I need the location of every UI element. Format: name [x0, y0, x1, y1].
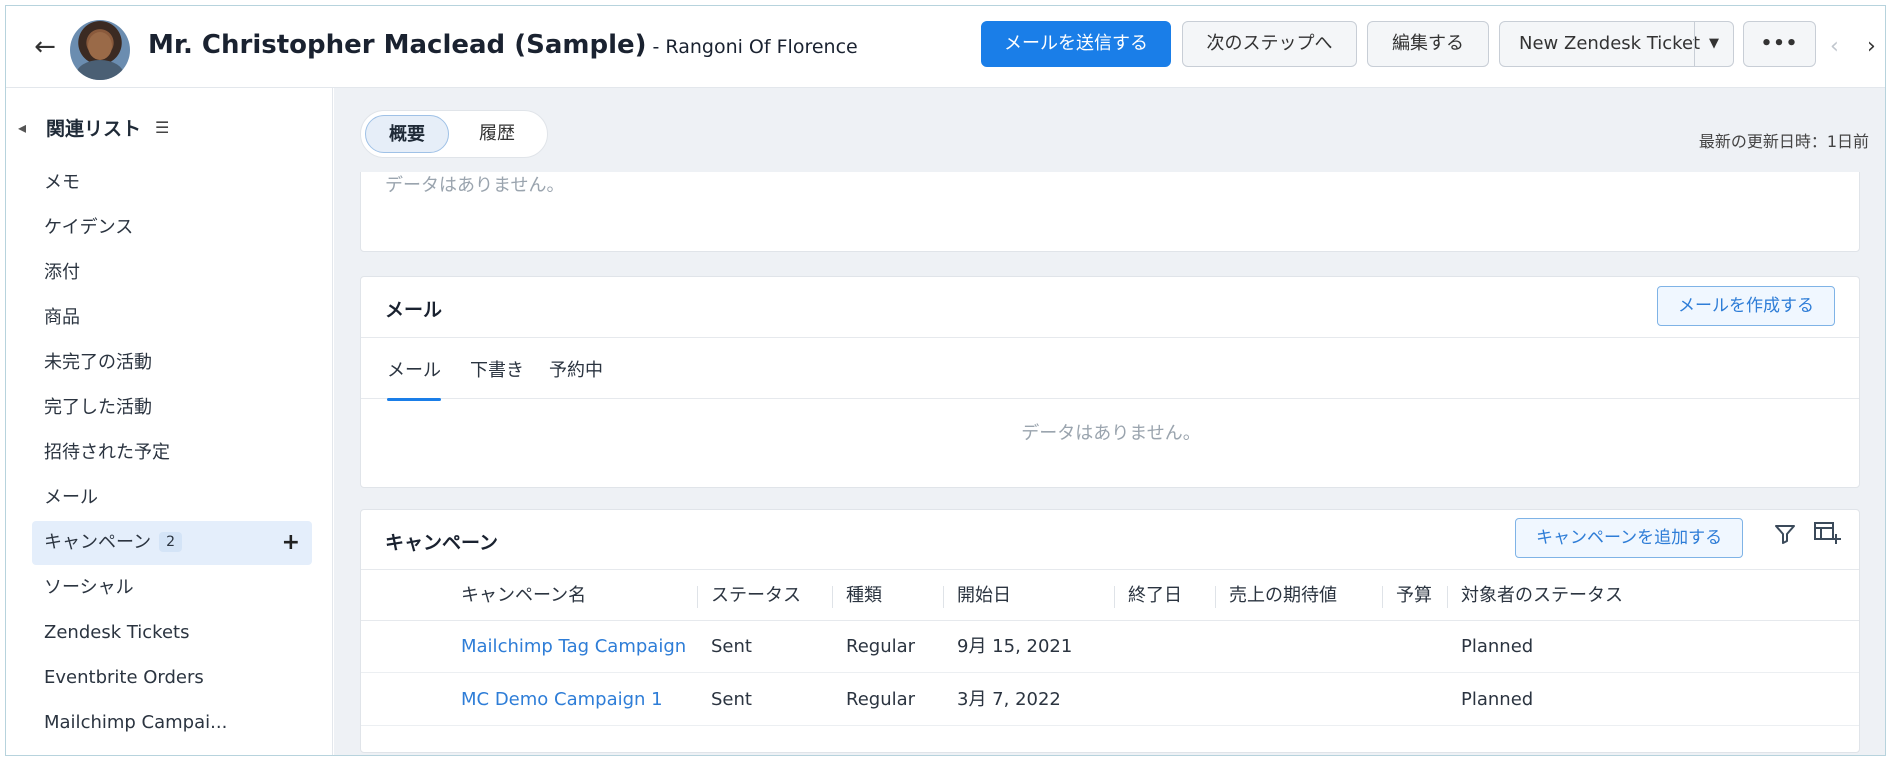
sidebar-item-closed-activities[interactable]: 完了した活動 — [44, 388, 314, 428]
mail-tabs: メール 下書き 予約中 — [361, 337, 1859, 401]
column-header[interactable]: キャンペーン名 — [461, 570, 586, 622]
empty-message: データはありません。 — [385, 175, 565, 196]
campaign-section-title: キャンペーン — [385, 532, 499, 554]
mail-card: メール メールを作成する メール 下書き 予約中 データはありません。 — [360, 276, 1860, 488]
sidebar-item-products[interactable]: 商品 — [44, 298, 314, 338]
table-row[interactable]: MC Demo Campaign 1 Sent Regular 3月 7, 20… — [361, 674, 1859, 726]
campaign-name-link[interactable]: MC Demo Campaign 1 — [461, 674, 663, 726]
last-updated-text: 最新の更新日時：1日前 — [1698, 132, 1869, 151]
sidebar-item-mailchimp-campaigns[interactable]: Mailchimp Campai... — [44, 703, 314, 743]
column-header[interactable]: 売上の期待値 — [1229, 570, 1337, 622]
column-header[interactable]: 開始日 — [957, 570, 1011, 622]
sidebar-item-invited-events[interactable]: 招待された予定 — [44, 433, 314, 473]
column-header[interactable]: ステータス — [711, 570, 801, 622]
campaign-card: キャンペーン キャンペーンを追加する キャンペーン名 ステータス 種類 開始日 … — [360, 509, 1860, 753]
more-actions-button[interactable]: ••• — [1743, 21, 1816, 67]
sidebar-item-cadence[interactable]: ケイデンス — [44, 208, 314, 248]
chevron-down-icon[interactable]: ▼ — [1695, 22, 1733, 66]
campaign-name-link[interactable]: Mailchimp Tag Campaign — [461, 621, 686, 673]
send-email-button[interactable]: メールを送信する — [981, 21, 1171, 67]
campaign-type: Regular — [846, 689, 916, 710]
column-header[interactable]: 終了日 — [1128, 570, 1182, 622]
sidebar-item-campaigns[interactable]: キャンペーン 2 + — [32, 521, 312, 565]
sidebar-header: ◂ 関連リスト ☰ — [18, 114, 169, 140]
compose-email-button[interactable]: メールを作成する — [1657, 286, 1835, 326]
sidebar-item-attachments[interactable]: 添付 — [44, 253, 314, 293]
sidebar-item-label: キャンペーン — [44, 532, 152, 553]
avatar — [70, 20, 130, 80]
crm-window: ← Mr. Christopher Maclead (Sample) - Rang… — [5, 5, 1886, 756]
zendesk-ticket-split-button[interactable]: New Zendesk Ticket ▼ — [1499, 21, 1734, 67]
sidebar-title: 関連リスト — [46, 117, 142, 140]
column-header[interactable]: 対象者のステータス — [1461, 570, 1623, 622]
campaign-start-date: 9月 15, 2021 — [957, 636, 1073, 657]
table-row[interactable]: Mailchimp Tag Campaign Sent Regular 9月 1… — [361, 621, 1859, 673]
campaign-status: Sent — [711, 636, 752, 657]
tab-history[interactable]: 履歴 — [457, 115, 537, 153]
filter-icon[interactable] — [1773, 522, 1797, 552]
sidebar-item-eventbrite-orders[interactable]: Eventbrite Orders — [44, 658, 314, 698]
column-header[interactable]: 種類 — [846, 570, 882, 622]
campaign-status: Sent — [711, 689, 752, 710]
tab-scheduled[interactable]: 予約中 — [549, 356, 603, 382]
add-campaign-button[interactable]: キャンペーンを追加する — [1515, 518, 1744, 558]
count-badge: 2 — [159, 532, 183, 552]
table-settings-icon[interactable] — [1813, 520, 1841, 552]
list-icon[interactable]: ☰ — [155, 118, 169, 137]
related-list-sidebar: ◂ 関連リスト ☰ メモ ケイデンス 添付 商品 未完了の活動 完了した活動 招… — [6, 88, 333, 755]
next-step-button[interactable]: 次のステップへ — [1182, 21, 1357, 67]
column-header[interactable]: 予算 — [1396, 570, 1432, 622]
tab-overview[interactable]: 概要 — [365, 115, 449, 153]
view-toolbar: 概要 履歴 最新の更新日時：1日前 — [334, 88, 1885, 172]
member-status: Planned — [1461, 636, 1534, 657]
mail-section-title: メール — [385, 299, 443, 321]
table-header: キャンペーン名 ステータス 種類 開始日 終了日 売上の期待値 予算 対象者のス… — [361, 569, 1859, 622]
view-toggle: 概要 履歴 — [360, 110, 548, 158]
account-name: - Rangoni Of Florence — [652, 36, 858, 58]
previous-record-icon[interactable]: ‹ — [1830, 34, 1839, 59]
next-record-icon[interactable]: › — [1867, 34, 1876, 59]
tab-drafts[interactable]: 下書き — [470, 356, 524, 382]
empty-message: データはありません。 — [1021, 423, 1201, 444]
main-content: データはありません。 メール メールを作成する メール 下書き 予約中 データは… — [334, 88, 1885, 755]
campaign-type: Regular — [846, 636, 916, 657]
edit-button[interactable]: 編集する — [1367, 21, 1489, 67]
record-header: ← Mr. Christopher Maclead (Sample) - Rang… — [6, 6, 1885, 88]
record-title: Mr. Christopher Maclead (Sample) - Rangon… — [148, 30, 858, 60]
campaign-start-date: 3月 7, 2022 — [957, 689, 1061, 710]
add-icon[interactable]: + — [282, 521, 300, 565]
sidebar-item-open-activities[interactable]: 未完了の活動 — [44, 343, 314, 383]
sidebar-item-memo[interactable]: メモ — [44, 163, 314, 203]
contact-name: Mr. Christopher Maclead (Sample) — [148, 30, 647, 60]
tab-mail[interactable]: メール — [387, 356, 441, 401]
sidebar-item-mail[interactable]: メール — [44, 478, 314, 518]
zendesk-ticket-label[interactable]: New Zendesk Ticket — [1519, 33, 1700, 54]
sidebar-item-zendesk-tickets[interactable]: Zendesk Tickets — [44, 613, 314, 653]
sidebar-item-social[interactable]: ソーシャル — [44, 568, 314, 608]
member-status: Planned — [1461, 689, 1534, 710]
back-arrow-icon[interactable]: ← — [30, 32, 60, 62]
collapse-sidebar-icon[interactable]: ◂ — [18, 118, 38, 137]
